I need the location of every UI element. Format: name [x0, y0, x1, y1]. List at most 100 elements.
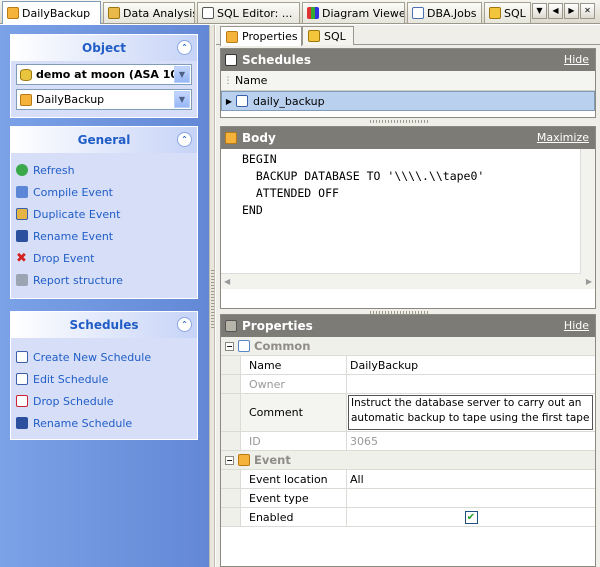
drop-x-icon: ✖ [16, 250, 27, 266]
create-schedule-link[interactable]: Create New Schedule [11, 346, 197, 368]
drop-schedule-icon [16, 395, 28, 407]
property-name: Owner [241, 375, 347, 393]
property-row-comment[interactable]: Comment Instruct the database server to … [221, 394, 595, 432]
properties-section-header: Properties Hide [221, 315, 595, 337]
tab-dailybackup[interactable]: DailyBackup [2, 1, 101, 24]
panel-title: Object [82, 41, 126, 55]
object-panel: Object ⌃ demo at moon (ASA 10.0 ▼ DailyB… [10, 34, 198, 118]
chevron-down-icon[interactable]: ▼ [174, 91, 190, 108]
property-row-enabled[interactable]: Enabled ✔ [221, 508, 595, 527]
scroll-right-button[interactable]: ▶ [564, 3, 579, 19]
hide-schedules-link[interactable]: Hide [564, 53, 589, 66]
hide-properties-link[interactable]: Hide [564, 319, 589, 332]
category-label: Common [254, 339, 311, 353]
schedule-row[interactable]: ▶ daily_backup [221, 91, 595, 111]
rename-schedule-link[interactable]: Rename Schedule [11, 412, 197, 434]
collapse-icon[interactable]: − [225, 341, 234, 351]
collapse-icon[interactable]: − [225, 455, 234, 465]
tab-sql-view[interactable]: SQL [302, 26, 354, 45]
property-value[interactable]: DailyBackup [347, 356, 595, 374]
event-icon [238, 454, 250, 466]
common-icon [238, 340, 250, 352]
code-text[interactable]: BEGIN BACKUP DATABASE TO '\\\\.\\tape0' … [221, 149, 580, 274]
diagram-icon [307, 7, 319, 19]
duplicate-event-link[interactable]: Duplicate Event [11, 203, 197, 225]
tab-diagram-viewer[interactable]: Diagram Viewer [302, 2, 405, 23]
database-combo[interactable]: demo at moon (ASA 10.0 ▼ [16, 64, 192, 85]
code-editor[interactable]: BEGIN BACKUP DATABASE TO '\\\\.\\tape0' … [221, 149, 595, 274]
property-value[interactable]: All [347, 470, 595, 488]
general-panel-header[interactable]: General ⌃ [11, 127, 197, 153]
enabled-checkbox[interactable]: ✔ [464, 510, 478, 524]
schedule-icon [236, 95, 248, 107]
splitter[interactable] [209, 25, 215, 567]
tab-sql-editor[interactable]: SQL Editor: ... [197, 2, 300, 23]
compile-event-link[interactable]: Compile Event [11, 181, 197, 203]
drop-schedule-link[interactable]: Drop Schedule [11, 390, 197, 412]
tab-label: DBA.Jobs [427, 6, 477, 20]
panel-title: Schedules [69, 318, 139, 332]
tab-sql[interactable]: SQL [484, 2, 531, 23]
event-category[interactable]: − Event [221, 451, 595, 470]
object-panel-header[interactable]: Object ⌃ [11, 35, 197, 61]
column-name-header[interactable]: Name [235, 74, 267, 87]
general-panel: General ⌃ Refresh Compile Event Duplicat… [10, 126, 198, 299]
tab-data-analysis[interactable]: Data Analysis [103, 2, 195, 23]
printer-icon [16, 274, 28, 286]
tab-dba-jobs[interactable]: DBA.Jobs [407, 2, 482, 23]
editor-area: Properties SQL Schedules Hide ⋮ Name ▶ d… [216, 25, 600, 567]
section-title: Properties [242, 319, 313, 333]
item-label: Refresh [33, 163, 75, 177]
splitter-grip[interactable] [211, 270, 214, 330]
common-category[interactable]: − Common [221, 337, 595, 356]
duplicate-icon [16, 208, 28, 220]
property-name: Comment [241, 394, 347, 431]
rename-event-link[interactable]: Rename Event [11, 225, 197, 247]
property-row-owner[interactable]: Owner [221, 375, 595, 394]
collapse-icon[interactable]: ⌃ [177, 40, 192, 55]
collapse-icon[interactable]: ⌃ [177, 317, 192, 332]
property-value[interactable] [347, 375, 595, 393]
tab-label: Properties [242, 30, 298, 43]
schedules-section: Schedules Hide ⋮ Name ▶ daily_backup [220, 48, 596, 118]
cube-icon [108, 7, 120, 19]
tab-list-button[interactable]: ▼ [532, 3, 547, 19]
code-line: BACKUP DATABASE TO '\\\\.\\tape0' [242, 169, 485, 183]
property-row-id[interactable]: ID 3065 [221, 432, 595, 451]
close-tab-button[interactable]: ✕ [580, 3, 595, 19]
maximize-body-link[interactable]: Maximize [537, 131, 589, 144]
chevron-down-icon[interactable]: ▼ [174, 66, 190, 83]
event-icon [226, 30, 238, 43]
report-structure-link[interactable]: Report structure [11, 269, 197, 291]
tab-label: DailyBackup [22, 6, 91, 20]
category-label: Event [254, 453, 291, 467]
properties-section: Properties Hide − Common Name DailyBacku… [220, 314, 596, 567]
refresh-icon [16, 164, 28, 176]
tab-label: SQL Editor: ... [217, 6, 293, 20]
drop-event-link[interactable]: ✖ Drop Event [11, 247, 197, 269]
edit-schedule-link[interactable]: Edit Schedule [11, 368, 197, 390]
comment-editor[interactable]: Instruct the database server to carry ou… [348, 395, 593, 430]
event-icon [7, 7, 19, 19]
property-value[interactable] [347, 489, 595, 507]
property-row-name[interactable]: Name DailyBackup [221, 356, 595, 375]
object-combo[interactable]: DailyBackup ▼ [16, 89, 192, 110]
property-row-event-type[interactable]: Event type [221, 489, 595, 508]
property-value: 3065 [350, 434, 378, 448]
rename-icon [16, 230, 28, 242]
vertical-scrollbar[interactable] [580, 149, 595, 274]
database-icon [20, 68, 32, 81]
section-title: Schedules [242, 53, 311, 67]
code-line: ATTENDED OFF [242, 186, 339, 200]
schedules-panel-header[interactable]: Schedules ⌃ [11, 312, 197, 338]
property-row-event-location[interactable]: Event location All [221, 470, 595, 489]
tab-properties[interactable]: Properties [220, 26, 302, 46]
database-value: demo at moon (ASA 10.0 [36, 68, 190, 81]
collapse-icon[interactable]: ⌃ [177, 132, 192, 147]
splitter-dots[interactable] [220, 119, 596, 125]
refresh-link[interactable]: Refresh [11, 159, 197, 181]
horizontal-scrollbar[interactable]: ◀ ▶ [221, 274, 595, 289]
scroll-left-button[interactable]: ◀ [548, 3, 563, 19]
item-label: Rename Event [33, 229, 114, 243]
navigation-bar: Object ⌃ demo at moon (ASA 10.0 ▼ DailyB… [0, 25, 209, 567]
